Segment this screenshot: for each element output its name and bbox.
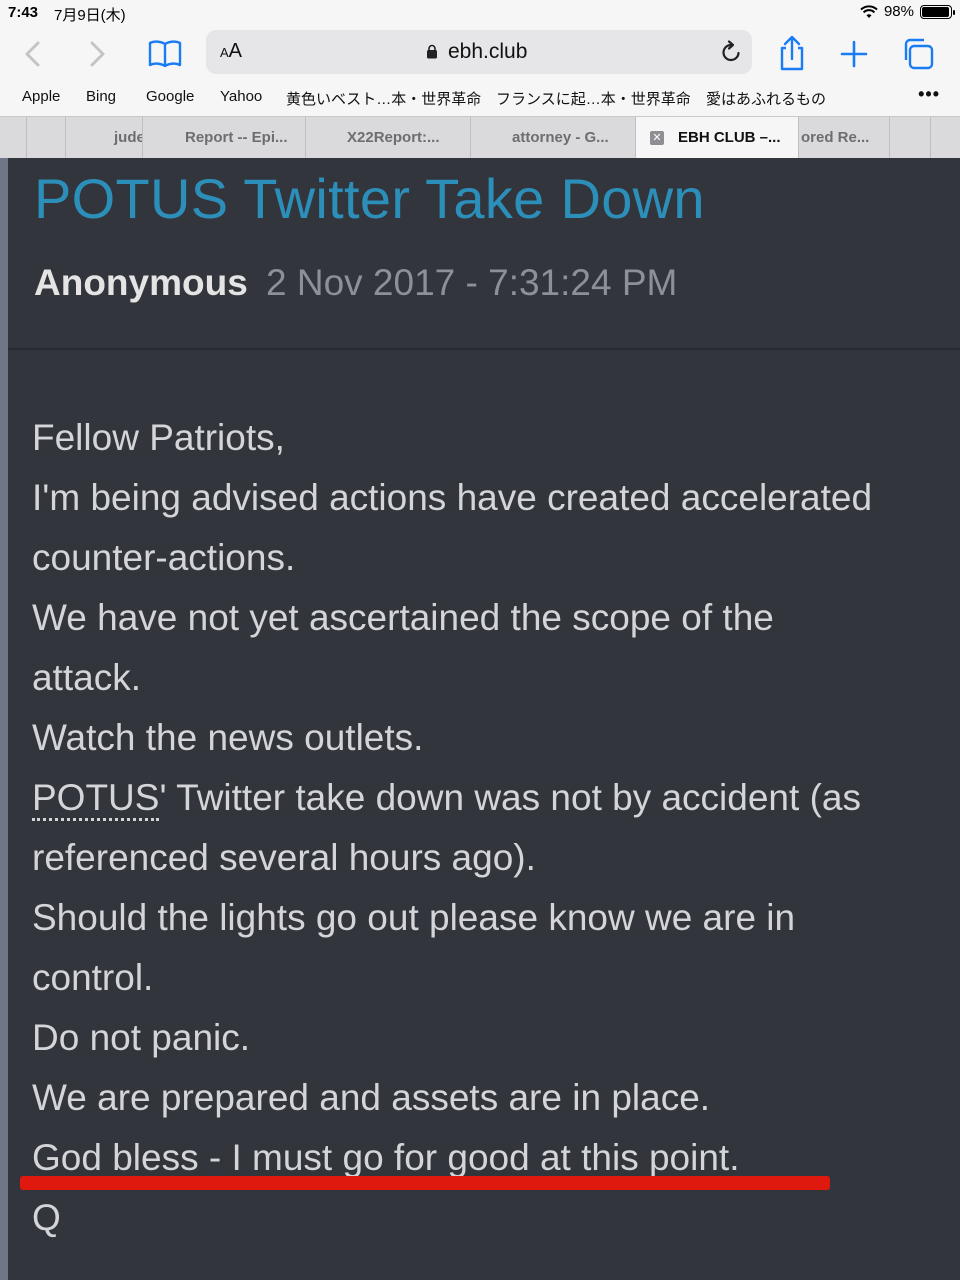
tab-label: ored Re... — [801, 129, 870, 146]
status-bar: 7:43 7月9日(木) 98% — [0, 0, 960, 26]
favorite-apple[interactable]: Apple — [22, 88, 60, 105]
post-line: control. — [32, 957, 154, 998]
favorite-france[interactable]: フランスに起…本・世界革命 — [496, 88, 691, 109]
tab-ebh-club[interactable]: ✕ EBH CLUB –... — [635, 117, 799, 158]
tab-jude[interactable]: jude — [65, 117, 143, 158]
tab-blank-3[interactable] — [930, 117, 960, 158]
close-tab-icon[interactable]: ✕ — [650, 131, 664, 145]
post-line: Watch the news outlets. — [32, 717, 424, 758]
post-line: Should the lights go out please know we … — [32, 897, 796, 938]
post-line: counter-actions. — [32, 537, 296, 578]
tab-attorney[interactable]: attorney - G... — [470, 117, 636, 158]
post-line: Fellow Patriots, — [32, 417, 285, 458]
tab-label: attorney - G... — [512, 129, 609, 146]
tab-label: Report -- Epi... — [185, 129, 288, 146]
left-rule — [0, 158, 8, 1280]
post-line: Do not panic. — [32, 1017, 251, 1058]
tab-blank[interactable] — [26, 117, 66, 158]
post-line: POTUS' Twitter take down was not by acci… — [32, 768, 932, 828]
status-time: 7:43 — [8, 4, 39, 21]
tab-ored-re[interactable]: ored Re... — [798, 117, 890, 158]
post-line: attack. — [32, 657, 141, 698]
lock-icon — [427, 44, 437, 59]
status-right: 98% — [860, 3, 955, 20]
post-author: Anonymous — [34, 262, 248, 303]
favorite-google[interactable]: Google — [146, 88, 194, 105]
post-line: referenced several hours ago). — [32, 837, 536, 878]
url-text: ebh.club — [448, 40, 528, 63]
favorite-bing[interactable]: Bing — [86, 88, 116, 105]
bookmarks-icon[interactable] — [148, 38, 182, 68]
page-content: POTUS Twitter Take Down Anonymous 2 Nov … — [0, 158, 960, 1280]
share-icon[interactable] — [772, 34, 812, 74]
battery-percent: 98% — [883, 3, 914, 20]
post-title[interactable]: POTUS Twitter Take Down — [34, 166, 705, 231]
back-icon — [25, 41, 40, 67]
browser-toolbar: AA ebh.club — [0, 26, 960, 82]
forward-icon — [90, 41, 105, 67]
post-line: We are prepared and assets are in place. — [32, 1077, 711, 1118]
reload-icon[interactable] — [718, 39, 744, 65]
forward-button[interactable] — [78, 36, 114, 72]
status-date: 7月9日(木) — [54, 7, 126, 24]
wifi-icon — [860, 4, 878, 18]
tab-label: X22Report:... — [347, 129, 440, 146]
favorite-love[interactable]: 愛はあふれるもの — [706, 88, 826, 109]
favorite-yahoo[interactable]: Yahoo — [220, 88, 262, 105]
address-bar[interactable]: AA ebh.club — [206, 30, 752, 74]
post-line-text: ' Twitter take down was not by accident … — [159, 777, 861, 818]
back-button[interactable] — [16, 36, 52, 72]
tab-label: jude — [114, 129, 143, 146]
tab-strip: jude Report -- Epi... X22Report:... atto… — [0, 116, 960, 158]
red-underline-annotation — [20, 1176, 830, 1190]
favorite-yellow-vest[interactable]: 黄色いベスト…本・世界革命 — [286, 88, 481, 109]
post-line: We have not yet ascertained the scope of… — [32, 597, 774, 638]
battery-icon — [920, 4, 955, 19]
post-line: I'm being advised actions have created a… — [32, 477, 873, 518]
tab-x22report[interactable]: X22Report:... — [305, 117, 471, 158]
post-timestamp: 2 Nov 2017 - 7:31:24 PM — [266, 262, 678, 303]
tab-blank-2[interactable] — [889, 117, 931, 158]
potus-abbreviation[interactable]: POTUS — [32, 777, 160, 821]
reader-aa-button[interactable]: AA — [220, 40, 242, 63]
plus-icon[interactable] — [834, 34, 874, 74]
tab-report-epi[interactable]: Report -- Epi... — [142, 117, 306, 158]
favorites-more-button[interactable]: ••• — [918, 84, 940, 105]
post-header: POTUS Twitter Take Down Anonymous 2 Nov … — [8, 158, 960, 350]
post-body: Fellow Patriots, I'm being advised actio… — [32, 408, 932, 1248]
post-signature: Q — [32, 1197, 61, 1238]
favorites-bar: Apple Bing Google Yahoo 黄色いベスト…本・世界革命 フラ… — [0, 82, 960, 116]
tabs-icon[interactable] — [898, 34, 938, 74]
tab-label: EBH CLUB –... — [678, 129, 781, 146]
